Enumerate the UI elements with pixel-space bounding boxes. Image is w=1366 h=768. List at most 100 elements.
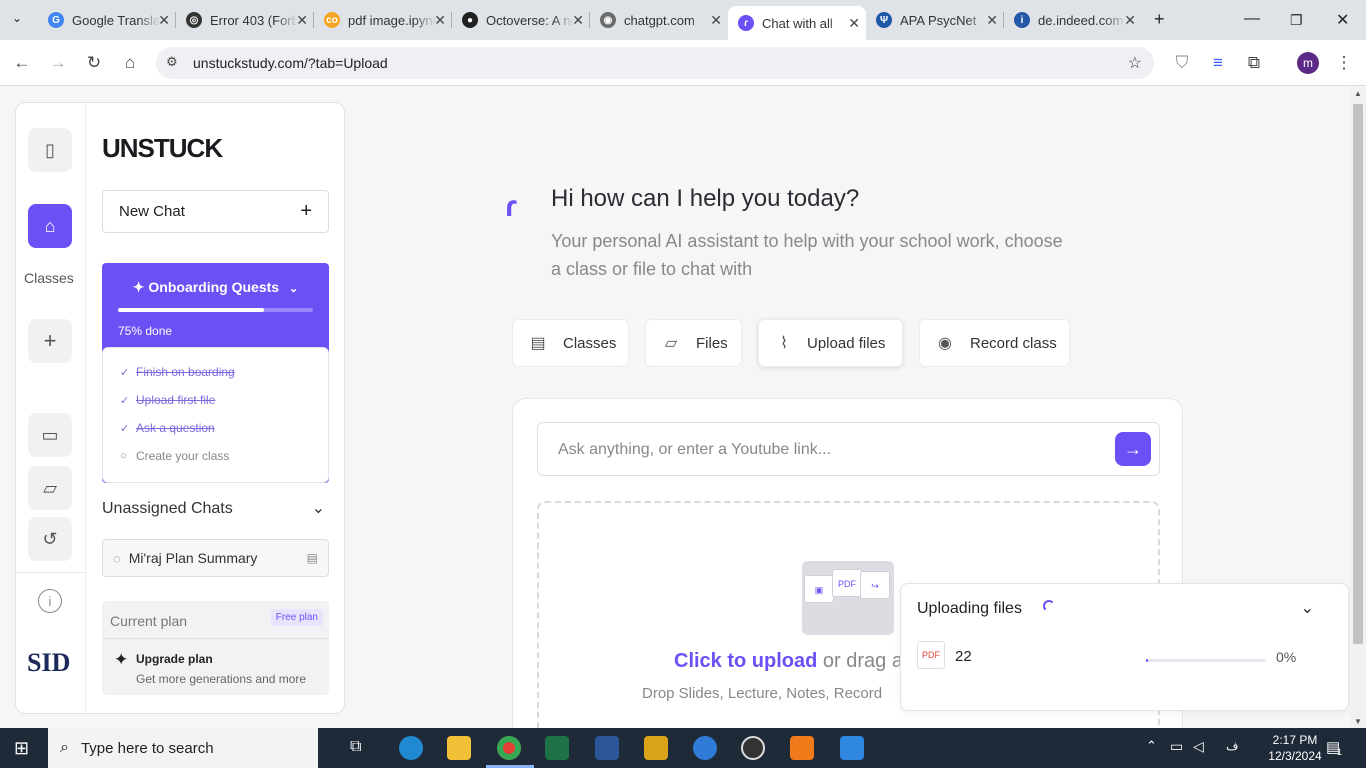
restore-icon[interactable]: ❐: [1290, 12, 1303, 29]
click-to-upload-link[interactable]: Click to upload: [674, 650, 817, 672]
site-info-icon[interactable]: ⚙: [166, 54, 178, 70]
tab-title: Chat with all: [762, 15, 833, 31]
tab-search-icon[interactable]: ⌄: [12, 11, 22, 25]
pdf-doc-icon: PDF: [832, 569, 862, 597]
tab-title: de.indeed.com: [1038, 12, 1124, 28]
quest-item[interactable]: ✓ Ask a question: [120, 421, 215, 435]
photos-icon[interactable]: [840, 736, 864, 760]
tab-close-icon[interactable]: ✕: [848, 15, 860, 32]
tab-favicon-icon: i: [1014, 12, 1030, 28]
more-menu-icon[interactable]: ⋮: [1334, 53, 1354, 73]
page-scrollbar[interactable]: ▲ ▼: [1350, 87, 1366, 728]
browser-tab[interactable]: co pdf image.ipynb ✕: [314, 6, 452, 34]
upload-files-button[interactable]: ⌇ Upload files: [758, 319, 903, 367]
quest-item[interactable]: ✓ Finish on boarding: [120, 365, 235, 379]
taskbar-search[interactable]: ⌕ Type here to search: [48, 728, 318, 768]
browser-tab[interactable]: Ψ APA PsycNet ✕: [866, 6, 1004, 34]
record-class-button[interactable]: ◉ Record class: [919, 319, 1070, 367]
add-class-icon[interactable]: +: [28, 319, 72, 363]
chevron-down-icon: ⌄: [288, 283, 299, 295]
forward-icon[interactable]: →: [48, 53, 68, 73]
tab-title: pdf image.ipynb: [348, 12, 436, 28]
minimize-icon[interactable]: —: [1244, 10, 1260, 28]
browser-tab[interactable]: ɾ Chat with all ✕: [728, 6, 866, 40]
arrow-right-icon: →: [1124, 438, 1142, 459]
rail-divider: [16, 572, 86, 573]
taskbar-clock[interactable]: 2:17 PM 12/3/2024: [1268, 732, 1322, 764]
files-button[interactable]: ▱ Files: [645, 319, 742, 367]
home-icon[interactable]: ⌂: [120, 53, 140, 73]
excel-icon[interactable]: [545, 736, 569, 760]
shield-extension-icon[interactable]: ⛉: [1172, 53, 1192, 73]
unassigned-chats-header[interactable]: Unassigned Chats ⌄: [102, 500, 329, 518]
tab-close-icon[interactable]: ✕: [1124, 12, 1136, 29]
folder-icon[interactable]: ▱: [28, 466, 72, 510]
volume-icon[interactable]: ◁: [1193, 738, 1204, 755]
quest-item[interactable]: ✓ Upload first file: [120, 393, 215, 407]
browser-tab[interactable]: ◉ chatgpt.com ✕: [590, 6, 728, 34]
extensions-puzzle-icon[interactable]: ⧉: [1244, 53, 1264, 73]
clock-time: 2:17 PM: [1272, 733, 1318, 747]
browser-tab[interactable]: i de.indeed.com ✕: [1004, 6, 1142, 34]
files-button-label: Files: [696, 334, 728, 352]
media-player-icon[interactable]: [741, 736, 765, 760]
ask-input[interactable]: Ask anything, or enter a Youtube link...…: [537, 422, 1160, 476]
file-explorer-icon[interactable]: [447, 736, 471, 760]
edge-icon[interactable]: [399, 736, 423, 760]
profile-avatar[interactable]: m: [1297, 52, 1319, 74]
onboarding-quests-toggle[interactable]: ✦ Onboarding Quests ⌄: [102, 279, 329, 296]
chat-list-item[interactable]: ◌ Mi'raj Plan Summary ▤: [102, 539, 329, 577]
windows-start-icon[interactable]: ⊞: [14, 738, 29, 759]
network-icon[interactable]: ▭: [1170, 738, 1183, 755]
send-button[interactable]: →: [1115, 432, 1151, 466]
browser-tab[interactable]: ◎ Error 403 (Forbidden)✕: [176, 6, 314, 34]
browser-tab[interactable]: G Google Translate✕: [38, 6, 176, 34]
tab-close-icon[interactable]: ✕: [572, 12, 584, 29]
scroll-up-icon[interactable]: ▲: [1354, 89, 1362, 98]
reload-icon[interactable]: ↻: [84, 53, 104, 73]
quest-item[interactable]: ○ Create your class: [120, 449, 229, 463]
task-view-icon[interactable]: ⧉: [350, 738, 361, 756]
bookmark-star-icon[interactable]: ☆: [1128, 53, 1142, 73]
chrome-icon[interactable]: [497, 736, 521, 760]
new-tab-icon[interactable]: +: [1154, 9, 1165, 30]
keyboard-language-icon[interactable]: ف: [1226, 739, 1238, 753]
upgrade-plan-button[interactable]: Upgrade plan: [136, 652, 213, 666]
classes-button-label: Classes: [563, 334, 617, 352]
vpn-app-icon[interactable]: [693, 736, 717, 760]
tab-close-icon[interactable]: ✕: [158, 12, 170, 29]
home-rail-icon[interactable]: ⌂: [28, 204, 72, 248]
close-window-icon[interactable]: ✕: [1336, 10, 1349, 30]
tab-close-icon[interactable]: ✕: [710, 12, 722, 29]
scrollbar-thumb[interactable]: [1353, 104, 1363, 644]
tab-close-icon[interactable]: ✕: [434, 12, 446, 29]
menu-extension-icon[interactable]: ≡: [1208, 53, 1228, 73]
tab-title: Google Translate: [72, 12, 160, 28]
pdf-file-icon: PDF: [917, 641, 945, 669]
tab-close-icon[interactable]: ✕: [296, 12, 308, 29]
new-chat-button[interactable]: New Chat +: [102, 190, 329, 233]
info-icon[interactable]: i: [38, 589, 62, 613]
tab-close-icon[interactable]: ✕: [986, 12, 998, 29]
click-to-upload-text: Click to upload or drag a: [674, 650, 903, 673]
clipboard-icon[interactable]: ▤: [307, 551, 318, 565]
dropzone-subtitle: Drop Slides, Lecture, Notes, Record: [642, 685, 883, 702]
upload-progress-bar: [1146, 659, 1266, 662]
tray-chevron-icon[interactable]: ⌃: [1146, 738, 1157, 754]
browser-tab[interactable]: ● Octoverse: A new✕: [452, 6, 590, 34]
pdf-app-icon[interactable]: [790, 736, 814, 760]
drag-text: or drag a: [817, 650, 903, 672]
laptop-icon[interactable]: ▭: [28, 413, 72, 457]
folder-illustration-icon: ▣ PDF ↪: [802, 561, 894, 635]
collapse-chevron-icon[interactable]: ⌄: [1301, 598, 1314, 618]
address-bar[interactable]: ⚙ unstuckstudy.com/?tab=Upload ☆: [156, 47, 1154, 79]
tab-favicon-icon: ◉: [600, 12, 616, 28]
classes-button[interactable]: ▤ Classes: [512, 319, 629, 367]
toggle-sidebar-icon[interactable]: ▯: [28, 128, 72, 172]
back-icon[interactable]: ←: [12, 53, 32, 73]
uploading-files-panel: Uploading files ⌄ PDF 22 0%: [900, 583, 1349, 711]
app-icon[interactable]: [644, 736, 668, 760]
scroll-down-icon[interactable]: ▼: [1354, 717, 1362, 726]
history-icon[interactable]: ↺: [28, 517, 72, 561]
word-icon[interactable]: [595, 736, 619, 760]
